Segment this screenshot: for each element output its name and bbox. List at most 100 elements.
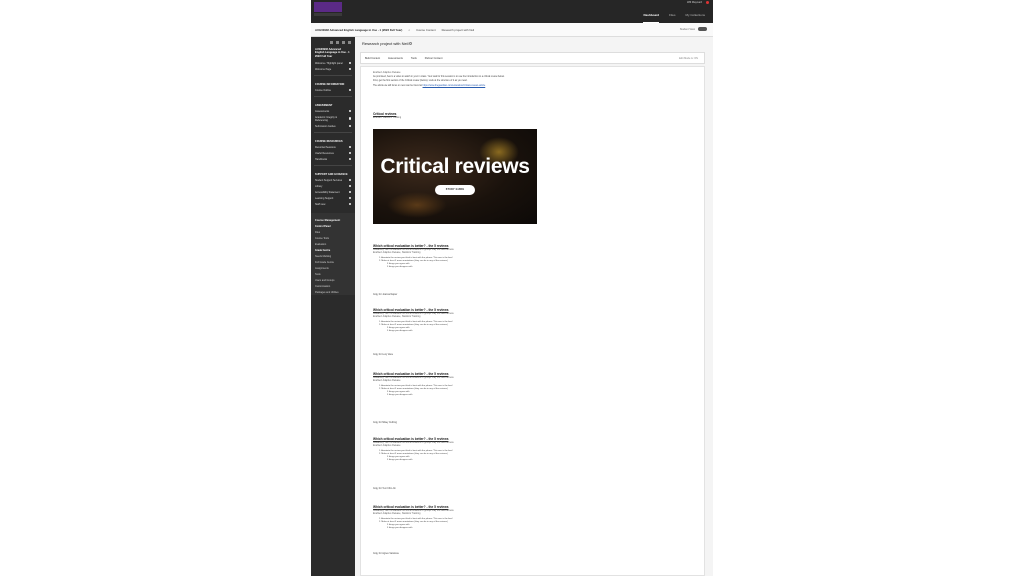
sidebar-item-welcome-page[interactable]: Welcome Page xyxy=(311,66,355,72)
home-icon[interactable]: ⌂ xyxy=(408,28,410,32)
intro-meta: Enabled: Adaptive Release xyxy=(373,72,401,74)
divider xyxy=(314,75,352,77)
sidebar-item-handbooks[interactable]: Handbooks xyxy=(311,156,355,162)
critical-reviews-meta: Enabled: Statistics Tracking xyxy=(373,117,402,119)
critical-reviews-banner-image[interactable]: Critical reviews STUDY GUIDE xyxy=(373,129,537,224)
cm-item-packages[interactable]: Packages and Utilities xyxy=(311,289,355,295)
study-guide-button[interactable]: STUDY GUIDE xyxy=(435,185,475,195)
menu-dot-icon[interactable] xyxy=(348,178,351,182)
instruction-bullet: 3 things you disagree with xyxy=(387,330,413,332)
nav-my-collections[interactable]: My Collections xyxy=(685,13,705,23)
menu-dot-icon[interactable] xyxy=(348,124,351,128)
divider xyxy=(314,132,352,134)
tools-menu[interactable]: Tools xyxy=(411,57,417,60)
global-nav: Dashboard Files My Collections xyxy=(643,0,705,23)
global-top-bar: Will Maynard Dashboard Files My Collecti… xyxy=(311,0,713,23)
menu-dot-icon[interactable] xyxy=(348,151,351,155)
menu-dot-icon[interactable] xyxy=(348,202,351,206)
article-link[interactable]: https://www.theguardian.com/education/cr… xyxy=(423,85,486,87)
review-item-meta2: Enabled: Adaptive Release, Statistics Tr… xyxy=(373,252,421,254)
student-view-label: Student View xyxy=(679,27,695,31)
add-menu-item-icon[interactable] xyxy=(330,41,333,44)
sidebar-heading-support: SUPPORT AND GUIDANCE xyxy=(315,173,348,177)
banner-glow xyxy=(387,192,447,218)
review-item-meta1: Availability: Item is available but some… xyxy=(373,249,455,251)
review-item-owner: Copy for Mikey Cuthing xyxy=(373,422,397,424)
page-title: Research project with Neil xyxy=(362,41,413,46)
breadcrumb-current: Research project with Neil xyxy=(441,27,475,32)
main-content-area: Research project with Neil Build Content… xyxy=(356,37,713,576)
intro-text-3: The article we will focus on next can be… xyxy=(373,84,486,87)
menu-dot-icon[interactable] xyxy=(348,67,351,71)
critical-reviews-title[interactable]: Critical reviews xyxy=(373,112,693,116)
sidebar-item-academic-integrity[interactable]: Academic Integrity & Referencing xyxy=(311,114,355,123)
instruction-bullet: 3 things you disagree with xyxy=(387,394,413,396)
review-item-meta1: Availability: Item is available but some… xyxy=(373,510,455,512)
refresh-icon[interactable] xyxy=(342,41,345,44)
sidebar-item-course-outline[interactable]: Course Outline xyxy=(311,87,355,93)
review-item-meta2: Enabled: Adaptive Release, Statistics Tr… xyxy=(373,316,421,318)
review-item-owner: Copy for Agnes Vanstone xyxy=(373,553,399,555)
menu-dot-icon[interactable] xyxy=(348,109,351,113)
breadcrumb-course-content[interactable]: Course Content xyxy=(416,28,436,32)
course-breadcrumb-bar: AUG00902 Advanced English Language in Us… xyxy=(311,23,713,37)
institution-logo[interactable] xyxy=(314,2,342,12)
instruction-bullet: 3 things you disagree with xyxy=(387,459,413,461)
menu-dot-icon[interactable] xyxy=(348,196,351,200)
menu-dot-icon[interactable] xyxy=(348,88,351,92)
sidebar-toolbar xyxy=(311,39,355,46)
review-item-meta1: Availability: Item is available but some… xyxy=(373,313,455,315)
divider xyxy=(314,165,352,167)
review-item: Which critical evaluation is better? - t… xyxy=(373,437,693,490)
nav-files[interactable]: Files xyxy=(669,13,675,23)
menu-dot-icon[interactable] xyxy=(348,117,351,120)
review-item-title[interactable]: Which critical evaluation is better? - t… xyxy=(373,308,693,312)
sort-icon[interactable] xyxy=(336,41,339,44)
menu-dot-icon[interactable] xyxy=(348,61,351,65)
menu-dot-icon[interactable] xyxy=(348,157,351,161)
review-item: Which critical evaluation is better? - t… xyxy=(373,372,693,424)
intro-text-1: As promised, here's a video to watch in … xyxy=(373,75,505,78)
review-item-title[interactable]: Which critical evaluation is better? - t… xyxy=(373,372,693,376)
edit-mode-status[interactable]: Edit Mode is: ON xyxy=(679,57,698,60)
edit-mode-switch[interactable] xyxy=(698,27,707,31)
sidebar-item-submission-guides[interactable]: Submission Guides xyxy=(311,123,355,129)
info-icon[interactable] xyxy=(409,42,413,46)
review-item-meta1: Availability: Item is available but some… xyxy=(373,442,455,444)
instruction-bullet: 3 things you disagree with xyxy=(387,527,413,529)
instruction-bullet: 3 things you disagree with xyxy=(387,266,413,268)
assessments-menu[interactable]: Assessments xyxy=(388,57,403,60)
tree-view-icon[interactable] xyxy=(348,41,351,44)
sidebar-course-name[interactable]: AUG00902 Advanced English Language in Us… xyxy=(311,46,355,60)
review-item: Which critical evaluation is better? - t… xyxy=(373,244,693,296)
content-action-bar: Build Content Assessments Tools Partner … xyxy=(360,52,705,64)
sidebar-item-staff-view[interactable]: Staff view xyxy=(311,201,355,207)
menu-dot-icon[interactable] xyxy=(348,145,351,149)
breadcrumb-course[interactable]: AUG00902 Advanced English Language in Us… xyxy=(315,28,402,32)
review-item-owner: Copy for Lucy Vane xyxy=(373,354,394,356)
sidebar-heading-course-info: COURSE INFORMATION xyxy=(315,83,345,87)
review-item-title[interactable]: Which critical evaluation is better? - t… xyxy=(373,437,693,441)
review-item-meta2: Enabled: Adaptive Release xyxy=(373,445,401,447)
build-content-menu[interactable]: Build Content xyxy=(365,57,380,60)
nav-dashboard[interactable]: Dashboard xyxy=(643,13,660,23)
review-item: Which critical evaluation is better? - t… xyxy=(373,308,693,356)
review-item-meta2: Enabled: Adaptive Release xyxy=(373,380,401,382)
menu-dot-icon[interactable] xyxy=(348,190,351,194)
partner-content-menu[interactable]: Partner Content xyxy=(425,57,443,60)
critical-reviews-item: Critical reviews Enabled: Statistics Tra… xyxy=(373,112,693,119)
intro-item: Enabled: Adaptive Release As promised, h… xyxy=(373,71,693,88)
review-item-title[interactable]: Which critical evaluation is better? - t… xyxy=(373,244,693,248)
divider xyxy=(314,96,352,98)
notification-badge[interactable] xyxy=(706,1,709,4)
review-item-meta1: Availability: Item is available but some… xyxy=(373,377,455,379)
review-item-title[interactable]: Which critical evaluation is better? - t… xyxy=(373,505,693,509)
sidebar-heading-course-resources: COURSE RESOURCES xyxy=(315,140,343,144)
logo-subtitle xyxy=(314,13,342,16)
review-item-owner: Copy for Yuxi Chin-Jin xyxy=(373,488,396,490)
menu-dot-icon[interactable] xyxy=(348,184,351,188)
course-management-heading: Course Management xyxy=(315,219,341,223)
intro-text-2: First, get the first section of the Crit… xyxy=(373,80,468,82)
student-view-toggle[interactable]: Student View xyxy=(680,27,707,31)
review-item-meta2: Enabled: Adaptive Release, Statistics Tr… xyxy=(373,513,421,515)
